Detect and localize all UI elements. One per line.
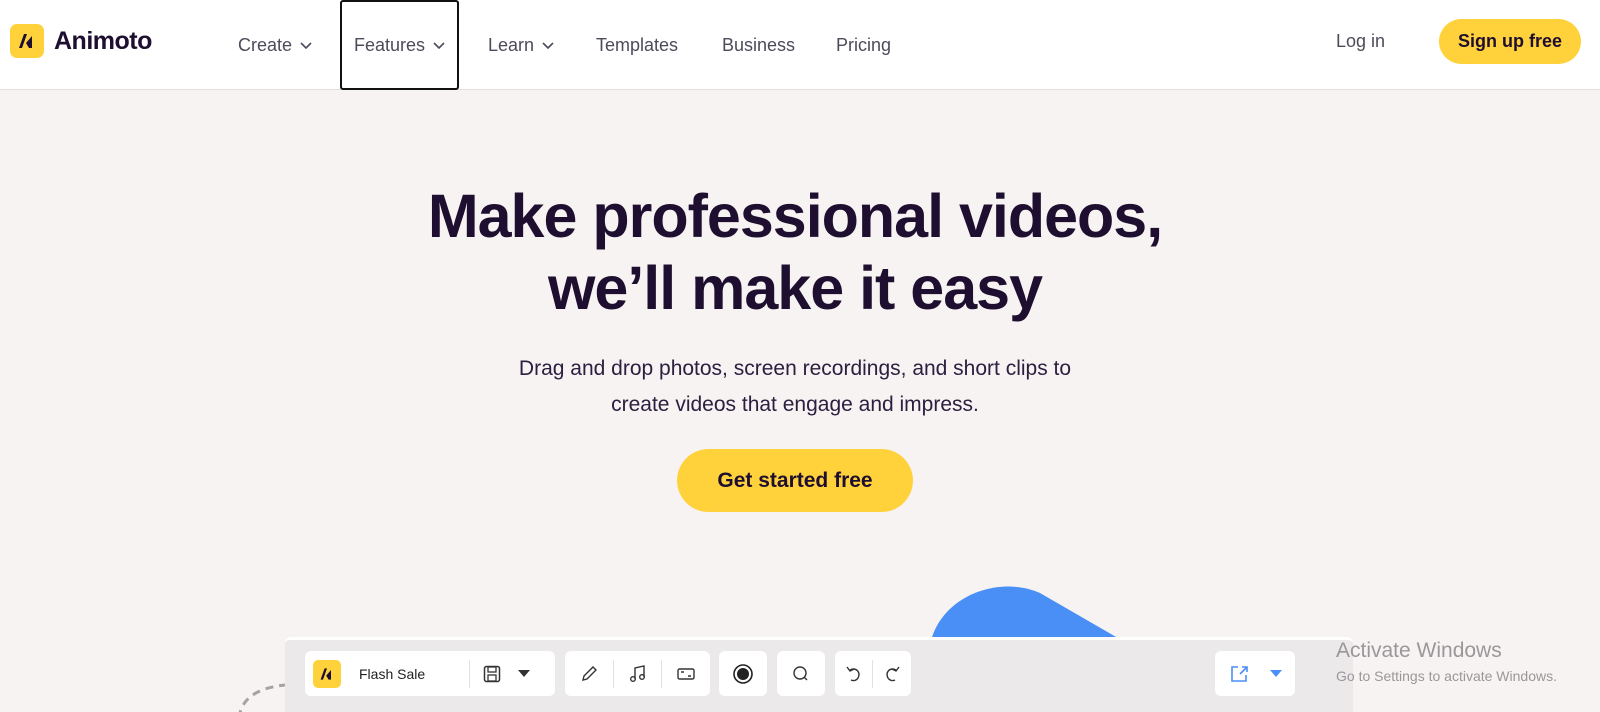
project-group: Flash Sale <box>305 651 555 696</box>
brand-name: Animoto <box>54 26 152 55</box>
signup-button[interactable]: Sign up free <box>1439 19 1581 64</box>
chevron-down-icon <box>433 42 445 50</box>
music-note-icon[interactable] <box>614 651 662 696</box>
hero-subtitle: Drag and drop photos, screen recordings,… <box>450 351 1140 423</box>
share-icon[interactable] <box>1215 651 1265 696</box>
nav-learn[interactable]: Learn <box>488 0 554 90</box>
dropdown-caret-icon[interactable] <box>1265 651 1287 696</box>
redo-icon[interactable] <box>873 651 910 696</box>
tools-group <box>565 651 710 696</box>
pencil-icon[interactable] <box>565 651 613 696</box>
nav-pricing-label: Pricing <box>836 34 892 55</box>
hero-title: Make professional videos, we’ll make it … <box>300 180 1290 324</box>
watermark-subtitle: Go to Settings to activate Windows. <box>1336 668 1557 684</box>
nav-templates[interactable]: Templates <box>596 0 678 90</box>
hero-title-line1: Make professional videos, <box>427 182 1163 250</box>
animoto-logo-icon <box>10 24 44 58</box>
undo-icon[interactable] <box>835 651 872 696</box>
animoto-logo[interactable]: Animoto <box>10 24 152 58</box>
hero-subtitle-line1: Drag and drop photos, screen recordings,… <box>518 357 1072 380</box>
animoto-logo-icon[interactable] <box>313 659 341 688</box>
dropdown-caret-icon[interactable] <box>514 651 534 696</box>
record-icon <box>733 663 753 684</box>
watermark-title: Activate Windows <box>1336 639 1502 662</box>
record-button[interactable] <box>719 651 767 696</box>
editor-preview: Flash Sale <box>285 637 1353 712</box>
search-button[interactable] <box>777 651 825 696</box>
aspect-ratio-icon[interactable] <box>662 651 710 696</box>
share-group <box>1215 651 1295 696</box>
chevron-down-icon <box>300 42 312 50</box>
windows-activation-watermark: Activate Windows Go to Settings to activ… <box>1336 638 1557 688</box>
login-link[interactable]: Log in <box>1336 0 1385 83</box>
chevron-down-icon <box>542 42 554 50</box>
save-icon[interactable] <box>470 651 514 696</box>
history-group <box>835 651 911 696</box>
get-started-button[interactable]: Get started free <box>677 449 913 512</box>
hero-subtitle-line2: create videos that engage and impress. <box>611 393 979 416</box>
project-name[interactable]: Flash Sale <box>359 666 469 682</box>
nav-learn-label: Learn <box>488 34 535 55</box>
nav-business-label: Business <box>722 34 796 55</box>
hero-title-line2: we’ll make it easy <box>547 254 1043 322</box>
search-icon <box>793 665 808 680</box>
nav-create[interactable]: Create <box>238 0 312 90</box>
nav-create-label: Create <box>238 34 293 55</box>
nav-business[interactable]: Business <box>722 0 795 90</box>
nav-features-label: Features <box>354 34 426 55</box>
top-nav: Animoto Create Features Learn Templates … <box>0 0 1600 90</box>
nav-pricing[interactable]: Pricing <box>836 0 891 90</box>
nav-features[interactable]: Features <box>340 0 460 90</box>
nav-templates-label: Templates <box>596 34 679 55</box>
